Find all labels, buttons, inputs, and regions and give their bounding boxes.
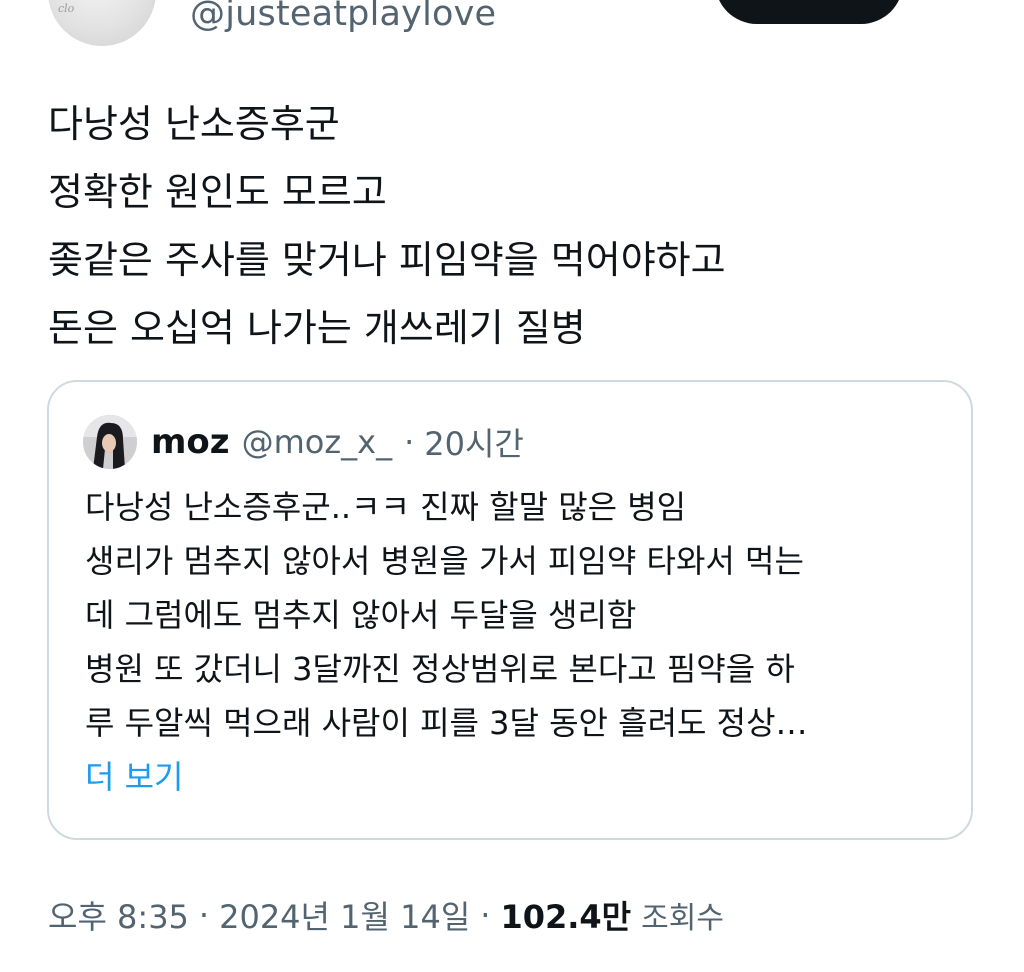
- author-handle[interactable]: @justeatplaylove: [190, 0, 496, 34]
- quote-line: 병원 또 갔더니 3달까진 정상범위로 본다고 핌약을 하: [85, 650, 795, 688]
- quote-line: 루 두알씩 먹으래 사람이 피를 3달 동안 흘려도 정상…: [85, 704, 808, 742]
- meta-separator: ·: [198, 896, 210, 934]
- meta-separator: ·: [480, 896, 491, 934]
- quote-separator: ·: [404, 423, 415, 461]
- tweet-line: 돈은 오십억 나가는 개쓰레기 질병: [48, 306, 586, 350]
- quote-text: 다낭성 난소증후군..ㅋㅋ 진짜 할말 많은 병임 생리가 멈추지 않아서 병원…: [85, 480, 945, 804]
- quote-avatar-image: [83, 415, 137, 469]
- tweet-line: 좆같은 주사를 맞거나 피임약을 먹어야하고: [48, 238, 726, 282]
- view-count[interactable]: 102.4만: [500, 892, 631, 938]
- quote-line: 생리가 멈추지 않아서 병원을 가서 피임약 타와서 먹는: [85, 542, 804, 580]
- tweet-line: 정확한 원인도 모르고: [48, 170, 387, 214]
- tweet-line: 다낭성 난소증후군: [48, 102, 340, 146]
- quote-line: 데 그럼에도 멈추지 않아서 두달을 생리함: [85, 596, 637, 634]
- view-count-label: 조회수: [641, 901, 724, 936]
- show-more-link[interactable]: 더 보기: [85, 750, 184, 804]
- quote-author-name[interactable]: moz: [151, 422, 230, 462]
- quote-header: moz @moz_x_ · 20시간: [83, 414, 524, 470]
- tweet-text: 다낭성 난소증후군 정확한 원인도 모르고 좆같은 주사를 맞거나 피임약을 먹…: [48, 90, 968, 362]
- quote-tweet-card[interactable]: moz @moz_x_ · 20시간 다낭성 난소증후군..ㅋㅋ 진짜 할말 많…: [47, 380, 973, 840]
- avatar-logo-mark: clo: [58, 2, 75, 15]
- tweet-date[interactable]: 2024년 1월 14일: [219, 892, 470, 938]
- follow-button[interactable]: [715, 0, 903, 24]
- quote-timestamp[interactable]: 20시간: [424, 419, 524, 465]
- tweet-time[interactable]: 오후 8:35: [48, 892, 189, 938]
- quote-avatar[interactable]: [83, 415, 137, 469]
- quote-line: 다낭성 난소증후군..ㅋㅋ 진짜 할말 많은 병임: [85, 488, 687, 526]
- author-avatar[interactable]: clo: [48, 0, 156, 46]
- tweet-metadata: 오후 8:35 · 2024년 1월 14일 · 102.4만 조회수: [48, 888, 724, 942]
- quote-author-handle[interactable]: @moz_x_: [242, 423, 392, 461]
